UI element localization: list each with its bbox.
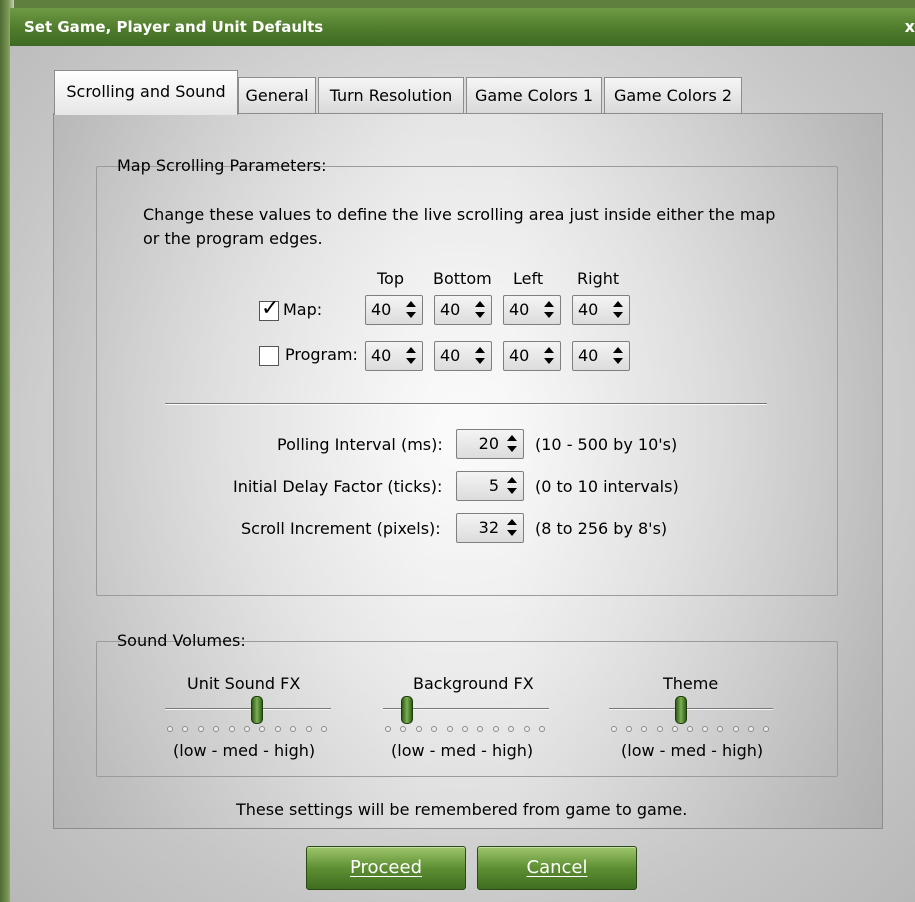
spin-arrows-icon[interactable]	[475, 301, 485, 319]
background-fx-thumb[interactable]	[401, 696, 413, 724]
sound-volumes-group: Sound Volumes: Unit Sound FX (low - med …	[96, 631, 838, 777]
unit-sound-fx-thumb[interactable]	[251, 696, 263, 724]
program-top-value: 40	[371, 346, 392, 365]
unit-sound-fx-track[interactable]	[165, 708, 331, 710]
unit-sound-fx-label: Unit Sound FX	[187, 674, 301, 693]
program-right-spinner[interactable]: 40	[572, 341, 630, 371]
map-bottom-value: 40	[440, 300, 461, 319]
map-bottom-spinner[interactable]: 40	[434, 295, 492, 325]
proceed-button[interactable]: Proceed	[306, 846, 466, 890]
polling-label: Polling Interval (ms):	[277, 435, 443, 454]
check-icon: ✓	[261, 296, 280, 321]
column-top: Top	[377, 269, 404, 288]
spin-arrows-icon[interactable]	[507, 519, 517, 537]
polling-hint: (10 - 500 by 10's)	[535, 435, 678, 454]
spin-arrows-icon[interactable]	[544, 347, 554, 365]
program-checkbox[interactable]	[259, 346, 279, 366]
initial-delay-hint: (0 to 10 intervals)	[535, 477, 679, 496]
defaults-dialog: Set Game, Player and Unit Defaults x Scr…	[0, 0, 915, 902]
cancel-button[interactable]: Cancel	[477, 846, 637, 890]
theme-track[interactable]	[609, 708, 773, 710]
theme-label: Theme	[663, 674, 719, 693]
spin-arrows-icon[interactable]	[475, 347, 485, 365]
column-left: Left	[513, 269, 544, 288]
program-right-value: 40	[578, 346, 599, 365]
column-bottom: Bottom	[433, 269, 492, 288]
spin-arrows-icon[interactable]	[406, 301, 416, 319]
initial-delay-value: 5	[488, 476, 499, 495]
map-left-value: 40	[509, 300, 530, 319]
tab-game-colors-2[interactable]: Game Colors 2	[604, 77, 742, 113]
background-fx-label: Background FX	[413, 674, 534, 693]
unit-sound-fx-ticks	[167, 726, 327, 734]
map-top-spinner[interactable]: 40	[365, 295, 423, 325]
map-checkbox[interactable]: ✓	[259, 296, 279, 321]
program-bottom-spinner[interactable]: 40	[434, 341, 492, 371]
scroll-increment-spinner[interactable]: 32	[456, 513, 524, 543]
description-line-2: or the program edges.	[143, 229, 323, 248]
initial-delay-spinner[interactable]: 5	[456, 471, 524, 501]
dialog-client: Scrolling and Sound General Turn Resolut…	[10, 46, 915, 902]
window-title: Set Game, Player and Unit Defaults	[24, 18, 324, 36]
map-left-spinner[interactable]: 40	[503, 295, 561, 325]
map-scrolling-group: Map Scrolling Parameters: Change these v…	[96, 156, 838, 596]
program-row-label: Program:	[285, 345, 358, 364]
map-scrolling-legend: Map Scrolling Parameters:	[117, 156, 327, 175]
tab-game-colors-1[interactable]: Game Colors 1	[466, 77, 602, 113]
tab-turn-resolution[interactable]: Turn Resolution	[318, 77, 464, 113]
column-right: Right	[577, 269, 620, 288]
spin-arrows-icon[interactable]	[406, 347, 416, 365]
section-divider	[165, 403, 767, 405]
program-top-spinner[interactable]: 40	[365, 341, 423, 371]
spin-arrows-icon[interactable]	[613, 347, 623, 365]
map-top-value: 40	[371, 300, 392, 319]
program-bottom-value: 40	[440, 346, 461, 365]
spin-arrows-icon[interactable]	[507, 477, 517, 495]
scroll-increment-hint: (8 to 256 by 8's)	[535, 519, 668, 538]
tab-general[interactable]: General	[238, 77, 316, 113]
background-strip-top	[0, 0, 915, 8]
unit-sound-fx-scale: (low - med - high)	[173, 741, 316, 760]
background-fx-scale: (low - med - high)	[391, 741, 534, 760]
background-fx-ticks	[385, 726, 545, 734]
tab-panel: Map Scrolling Parameters: Change these v…	[53, 113, 883, 829]
spin-arrows-icon[interactable]	[507, 435, 517, 453]
program-left-value: 40	[509, 346, 530, 365]
program-left-spinner[interactable]: 40	[503, 341, 561, 371]
map-row-label: Map:	[283, 300, 323, 319]
footer-note: These settings will be remembered from g…	[236, 800, 688, 819]
tab-scrolling-and-sound[interactable]: Scrolling and Sound	[54, 70, 238, 115]
theme-scale: (low - med - high)	[621, 741, 764, 760]
initial-delay-label: Initial Delay Factor (ticks):	[233, 477, 443, 496]
polling-value: 20	[478, 434, 499, 453]
scroll-increment-label: Scroll Increment (pixels):	[241, 519, 441, 538]
description-line-1: Change these values to define the live s…	[143, 205, 776, 224]
theme-ticks	[611, 726, 769, 734]
spin-arrows-icon[interactable]	[544, 301, 554, 319]
title-bar: Set Game, Player and Unit Defaults x	[10, 8, 915, 46]
spin-arrows-icon[interactable]	[613, 301, 623, 319]
polling-spinner[interactable]: 20	[456, 429, 524, 459]
sound-volumes-legend: Sound Volumes:	[117, 631, 246, 650]
scroll-increment-value: 32	[478, 518, 499, 537]
map-right-spinner[interactable]: 40	[572, 295, 630, 325]
map-right-value: 40	[578, 300, 599, 319]
theme-thumb[interactable]	[675, 696, 687, 724]
close-icon[interactable]: x	[905, 17, 915, 36]
